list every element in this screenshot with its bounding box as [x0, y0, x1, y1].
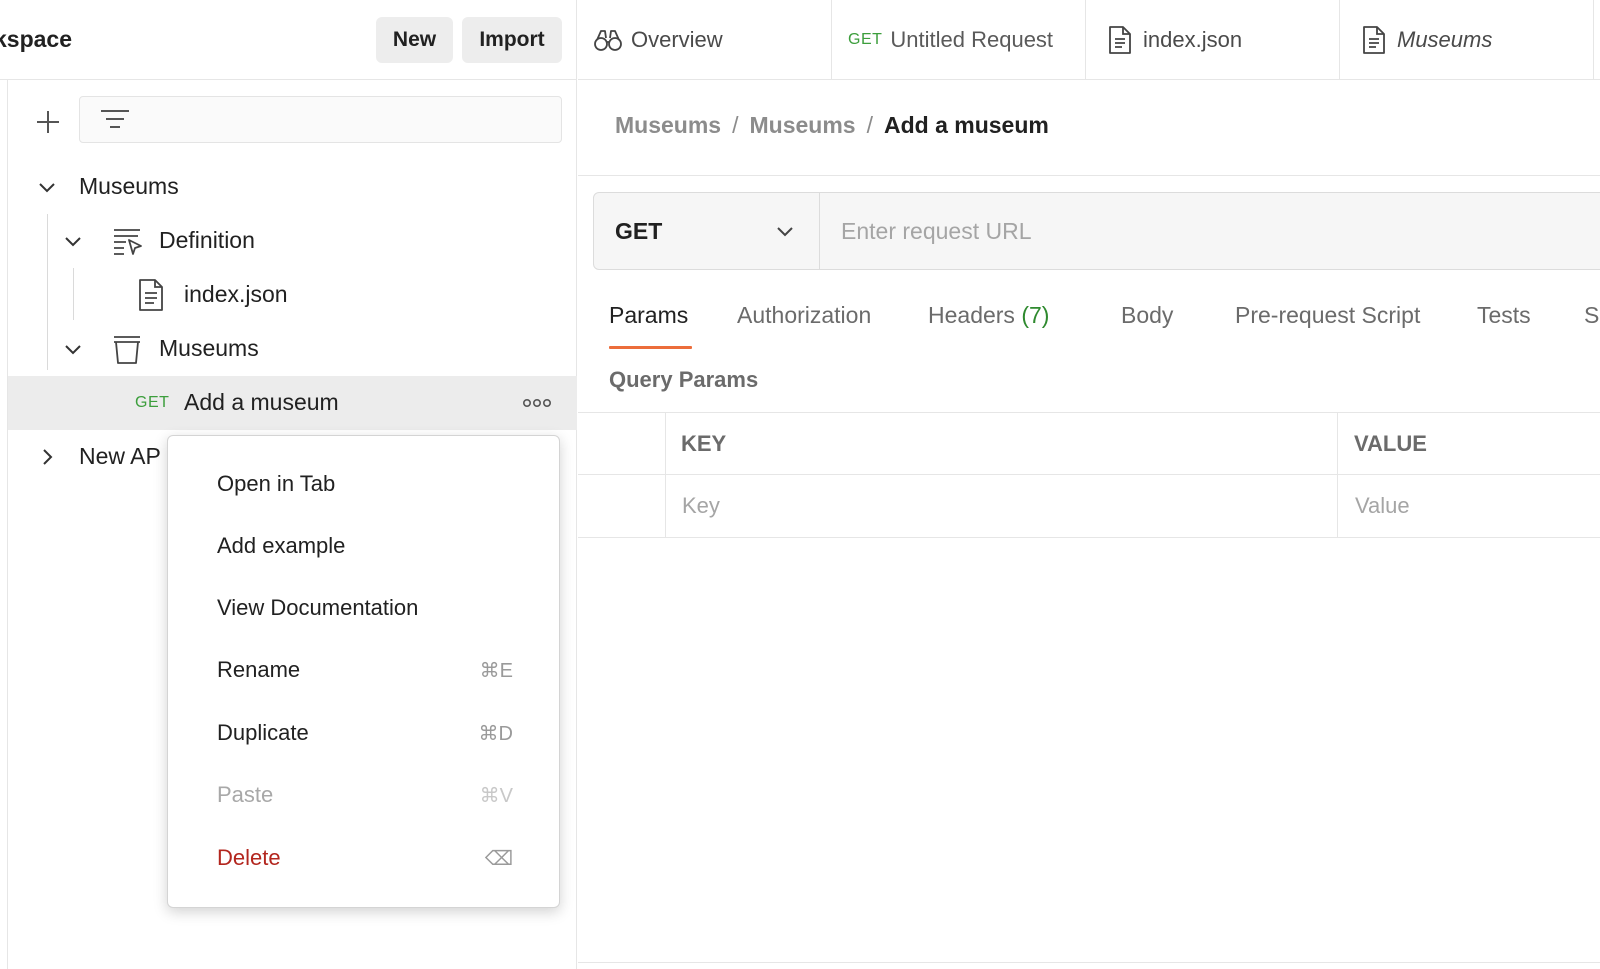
menu-item-rename[interactable]: Rename ⌘E [168, 640, 559, 700]
context-menu: Open in Tab Add example View Documentati… [167, 435, 560, 908]
method-badge: GET [135, 394, 170, 411]
divider [578, 175, 1600, 176]
tab-headers[interactable]: Headers (7) [928, 302, 1049, 329]
new-button[interactable]: New [376, 17, 453, 63]
tree-item-label: index.json [184, 281, 288, 307]
menu-item-label: Add example [217, 533, 346, 558]
tab-label: Overview [631, 27, 723, 52]
chevron-down-icon[interactable] [36, 176, 58, 198]
query-params-title: Query Params [609, 367, 759, 392]
menu-item-paste[interactable]: Paste ⌘V [168, 765, 559, 825]
tab-params[interactable]: Params [609, 302, 688, 329]
tree-item-museums-collection[interactable]: Museums [8, 322, 577, 376]
chevron-down-icon[interactable] [62, 230, 84, 252]
table-row: Key Value [578, 475, 1600, 538]
tab-label: Untitled Request [890, 27, 1054, 52]
tab-index-json[interactable]: index.json [1086, 0, 1340, 79]
table-column-divider [665, 412, 666, 538]
menu-item-add-example[interactable]: Add example [168, 516, 559, 576]
tree-item-label: Museums [159, 335, 259, 361]
breadcrumb-separator: / [866, 112, 873, 138]
menu-item-shortcut: ⌫ [484, 847, 513, 870]
tree-item-add-a-museum[interactable]: GET Add a museum [8, 376, 577, 430]
tree-item-index-json[interactable]: index.json [8, 268, 577, 322]
menu-item-shortcut: ⌘V [479, 784, 513, 807]
tree-item-definition[interactable]: Definition [8, 214, 577, 268]
column-header-label: KEY [681, 431, 727, 456]
tab-bar: Overview GET Untitled Request index.json [578, 0, 1600, 80]
menu-item-duplicate[interactable]: Duplicate ⌘D [168, 703, 559, 763]
tab-pre-request-script[interactable]: Pre-request Script [1235, 302, 1420, 329]
menu-item-label: View Documentation [217, 595, 419, 620]
menu-item-label: Delete [217, 845, 281, 870]
method-value: GET [615, 217, 663, 244]
plus-icon [37, 111, 59, 133]
chevron-down-icon [777, 227, 793, 237]
menu-item-shortcut: ⌘D [478, 722, 513, 745]
app-window: kspace New Import Museums Definition ind… [0, 0, 1600, 969]
tab-untitled-request[interactable]: GET Untitled Request [832, 0, 1086, 79]
value-input[interactable]: Value [1355, 475, 1410, 537]
tab-label: Museums [1397, 27, 1493, 52]
column-header-label: VALUE [1354, 431, 1427, 456]
add-button[interactable] [30, 104, 66, 140]
filter-input[interactable] [79, 96, 562, 143]
tab-authorization[interactable]: Authorization [737, 302, 871, 329]
collection-icon [114, 336, 140, 364]
method-badge: GET [848, 31, 883, 48]
headers-count-badge: (7) [1021, 302, 1050, 328]
tree-item-museums[interactable]: Museums [8, 160, 577, 214]
file-icon [1109, 26, 1131, 54]
tab-body[interactable]: Body [1121, 302, 1173, 329]
tab-tests[interactable]: Tests [1477, 302, 1531, 329]
tree-item-label: Add a museum [184, 389, 339, 415]
tab-headers-label: Headers [928, 302, 1015, 328]
menu-item-view-documentation[interactable]: View Documentation [168, 578, 559, 638]
key-column-header: KEY [681, 413, 726, 475]
workspace-title: kspace [0, 26, 73, 52]
breadcrumb-link[interactable]: Museums [749, 112, 855, 138]
import-button[interactable]: Import [462, 17, 562, 63]
breadcrumb-current[interactable]: Add a museum [884, 112, 1049, 138]
binoculars-icon [594, 30, 622, 51]
tab-settings[interactable]: S [1584, 302, 1599, 329]
tree-item-label: Definition [159, 227, 255, 253]
breadcrumb-link[interactable]: Museums [615, 112, 721, 138]
table-header-row: KEY VALUE [578, 412, 1600, 475]
menu-item-open-in-tab[interactable]: Open in Tab [168, 454, 559, 514]
active-tab-indicator [609, 346, 692, 349]
key-placeholder: Key [682, 493, 720, 518]
menu-item-shortcut: ⌘E [479, 659, 513, 682]
breadcrumb: Museums / Museums / Add a museum [615, 112, 1049, 139]
key-input[interactable]: Key [682, 475, 720, 537]
table-column-divider [1337, 412, 1338, 538]
value-placeholder: Value [1355, 493, 1410, 518]
tree-item-label: Museums [79, 173, 179, 199]
breadcrumb-separator: / [732, 112, 739, 138]
menu-item-label: Rename [217, 657, 301, 682]
divider [578, 962, 1600, 963]
chevron-down-icon[interactable] [62, 338, 84, 360]
tab-overview[interactable]: Overview [578, 0, 832, 79]
value-column-header: VALUE [1354, 413, 1427, 475]
menu-item-label: Duplicate [217, 720, 309, 745]
main-panel: Overview GET Untitled Request index.json [578, 0, 1600, 969]
more-options-icon[interactable] [522, 394, 552, 412]
file-icon [139, 279, 163, 311]
request-bar: GET [593, 192, 1600, 270]
method-select[interactable]: GET [594, 193, 820, 269]
tab-label: index.json [1143, 27, 1243, 52]
request-tabs: Params Authorization Headers (7) Body Pr… [578, 296, 1600, 352]
definition-icon [114, 229, 142, 255]
file-icon [1363, 26, 1385, 54]
menu-item-label: Open in Tab [217, 471, 336, 496]
url-input[interactable] [821, 193, 1600, 269]
menu-item-label: Paste [217, 782, 274, 807]
workspace-header: kspace New Import [0, 0, 577, 80]
menu-item-delete[interactable]: Delete ⌫ [168, 828, 559, 888]
filter-icon [101, 110, 129, 128]
tree-item-label: New AP [79, 443, 161, 469]
chevron-right-icon[interactable] [36, 446, 58, 468]
tab-museums[interactable]: Museums [1340, 0, 1594, 79]
